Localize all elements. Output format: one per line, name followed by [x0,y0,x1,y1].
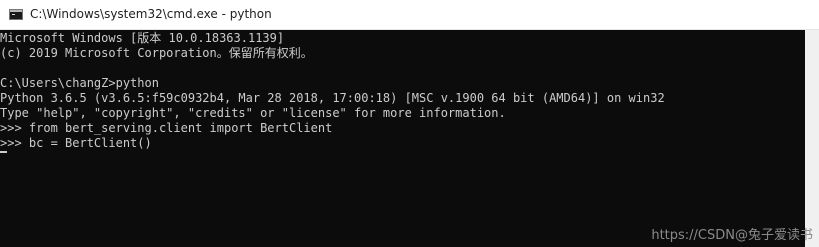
console-line: Python 3.6.5 (v3.6.5:f59c0932b4, Mar 28 … [0,91,665,105]
console-line: Microsoft Windows [版本 10.0.18363.1139] [0,31,285,45]
console-line: C:\Users\changZ>python [0,76,159,90]
console-line: (c) 2019 Microsoft Corporation。保留所有权利。 [0,46,313,60]
console-line: >>> from bert_serving.client import Bert… [0,121,333,135]
text-cursor [0,151,7,153]
title-bar[interactable]: C:\Windows\system32\cmd.exe - python [0,0,819,30]
console-output[interactable]: Microsoft Windows [版本 10.0.18363.1139] (… [0,30,805,247]
window-title: C:\Windows\system32\cmd.exe - python [30,7,272,21]
cmd-window: C:\Windows\system32\cmd.exe - python Mic… [0,0,819,247]
console-line: Type "help", "copyright", "credits" or "… [0,106,506,120]
watermark-text: https://CSDN@兔子爱读书 [651,228,813,243]
console-line: >>> bc = BertClient() [0,136,152,150]
vertical-scrollbar[interactable] [805,30,819,247]
cmd-icon [9,9,23,20]
